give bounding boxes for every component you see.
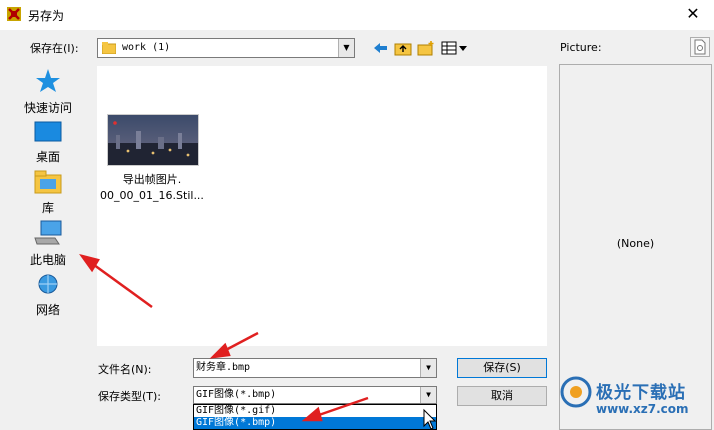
place-library[interactable]: 库 xyxy=(18,170,78,216)
place-label: 桌面 xyxy=(35,150,60,164)
watermark: 极光下载站 www.xz7.com xyxy=(560,370,710,428)
place-label: 快速访问 xyxy=(23,101,72,115)
watermark-url: www.xz7.com xyxy=(596,402,689,416)
computer-icon xyxy=(34,220,62,245)
library-folder-icon xyxy=(34,170,62,194)
file-name: 导出帧图片. 00_00_01_16.Stil... xyxy=(100,173,204,202)
filename-value: 财务章.bmp xyxy=(196,362,251,373)
place-network[interactable]: 网络 xyxy=(18,272,78,318)
chevron-down-icon[interactable]: ▼ xyxy=(420,359,436,377)
place-desktop[interactable]: 桌面 xyxy=(18,121,78,165)
watermark-logo-icon xyxy=(560,376,592,408)
chevron-down-icon[interactable]: ▼ xyxy=(338,39,354,57)
filetype-option-selected[interactable]: GIF图像(*.bmp) xyxy=(194,417,436,429)
save-button[interactable]: 保存(S) xyxy=(457,358,547,378)
cancel-button[interactable]: 取消 xyxy=(457,386,547,406)
preview-empty-text: (None) xyxy=(616,237,655,250)
filetype-dropdown-list[interactable]: GIF图像(*.gif) GIF图像(*.bmp) xyxy=(193,404,437,430)
star-icon xyxy=(36,69,60,92)
view-menu-icon[interactable] xyxy=(441,40,469,56)
up-folder-icon[interactable] xyxy=(394,40,412,56)
close-button[interactable]: ✕ xyxy=(682,3,704,25)
file-list[interactable]: 导出帧图片. 00_00_01_16.Stil... xyxy=(97,66,547,346)
save-in-label: 保存在(I): xyxy=(30,42,79,55)
file-thumbnail xyxy=(107,114,199,166)
filetype-label: 保存类型(T): xyxy=(98,390,162,403)
preview-label: Picture: xyxy=(560,41,602,54)
preview-toggle-button[interactable] xyxy=(690,37,710,57)
place-quick-access[interactable]: 快速访问 xyxy=(18,68,78,116)
back-arrow-icon[interactable] xyxy=(372,40,390,56)
preview-page-icon xyxy=(694,39,706,55)
file-item[interactable]: 导出帧图片. 00_00_01_16.Stil... xyxy=(97,66,217,216)
place-this-pc[interactable]: 此电脑 xyxy=(18,220,78,268)
filename-label: 文件名(N): xyxy=(98,363,152,376)
close-icon: ✕ xyxy=(686,4,700,23)
title-bar: 另存为 ✕ xyxy=(0,0,714,30)
save-in-combo[interactable]: work (1) ▼ xyxy=(97,38,355,58)
filetype-select[interactable]: GIF图像(*.bmp) ▼ xyxy=(193,386,437,404)
filetype-value: GIF图像(*.bmp) xyxy=(196,389,277,400)
desktop-icon xyxy=(34,121,62,142)
filename-input[interactable]: 财务章.bmp ▼ xyxy=(193,358,437,378)
new-folder-icon[interactable] xyxy=(417,40,435,56)
save-in-value: work (1) xyxy=(122,42,171,53)
network-icon xyxy=(38,274,58,294)
place-label: 此电脑 xyxy=(29,253,66,267)
chevron-down-icon[interactable]: ▼ xyxy=(420,387,436,403)
watermark-text: 极光下载站 xyxy=(596,383,686,403)
window-title: 另存为 xyxy=(28,9,65,23)
app-icon xyxy=(7,7,21,21)
filetype-option[interactable]: GIF图像(*.gif) xyxy=(194,405,436,417)
folder-icon xyxy=(102,42,116,54)
place-label: 库 xyxy=(41,201,54,215)
place-label: 网络 xyxy=(35,303,60,317)
